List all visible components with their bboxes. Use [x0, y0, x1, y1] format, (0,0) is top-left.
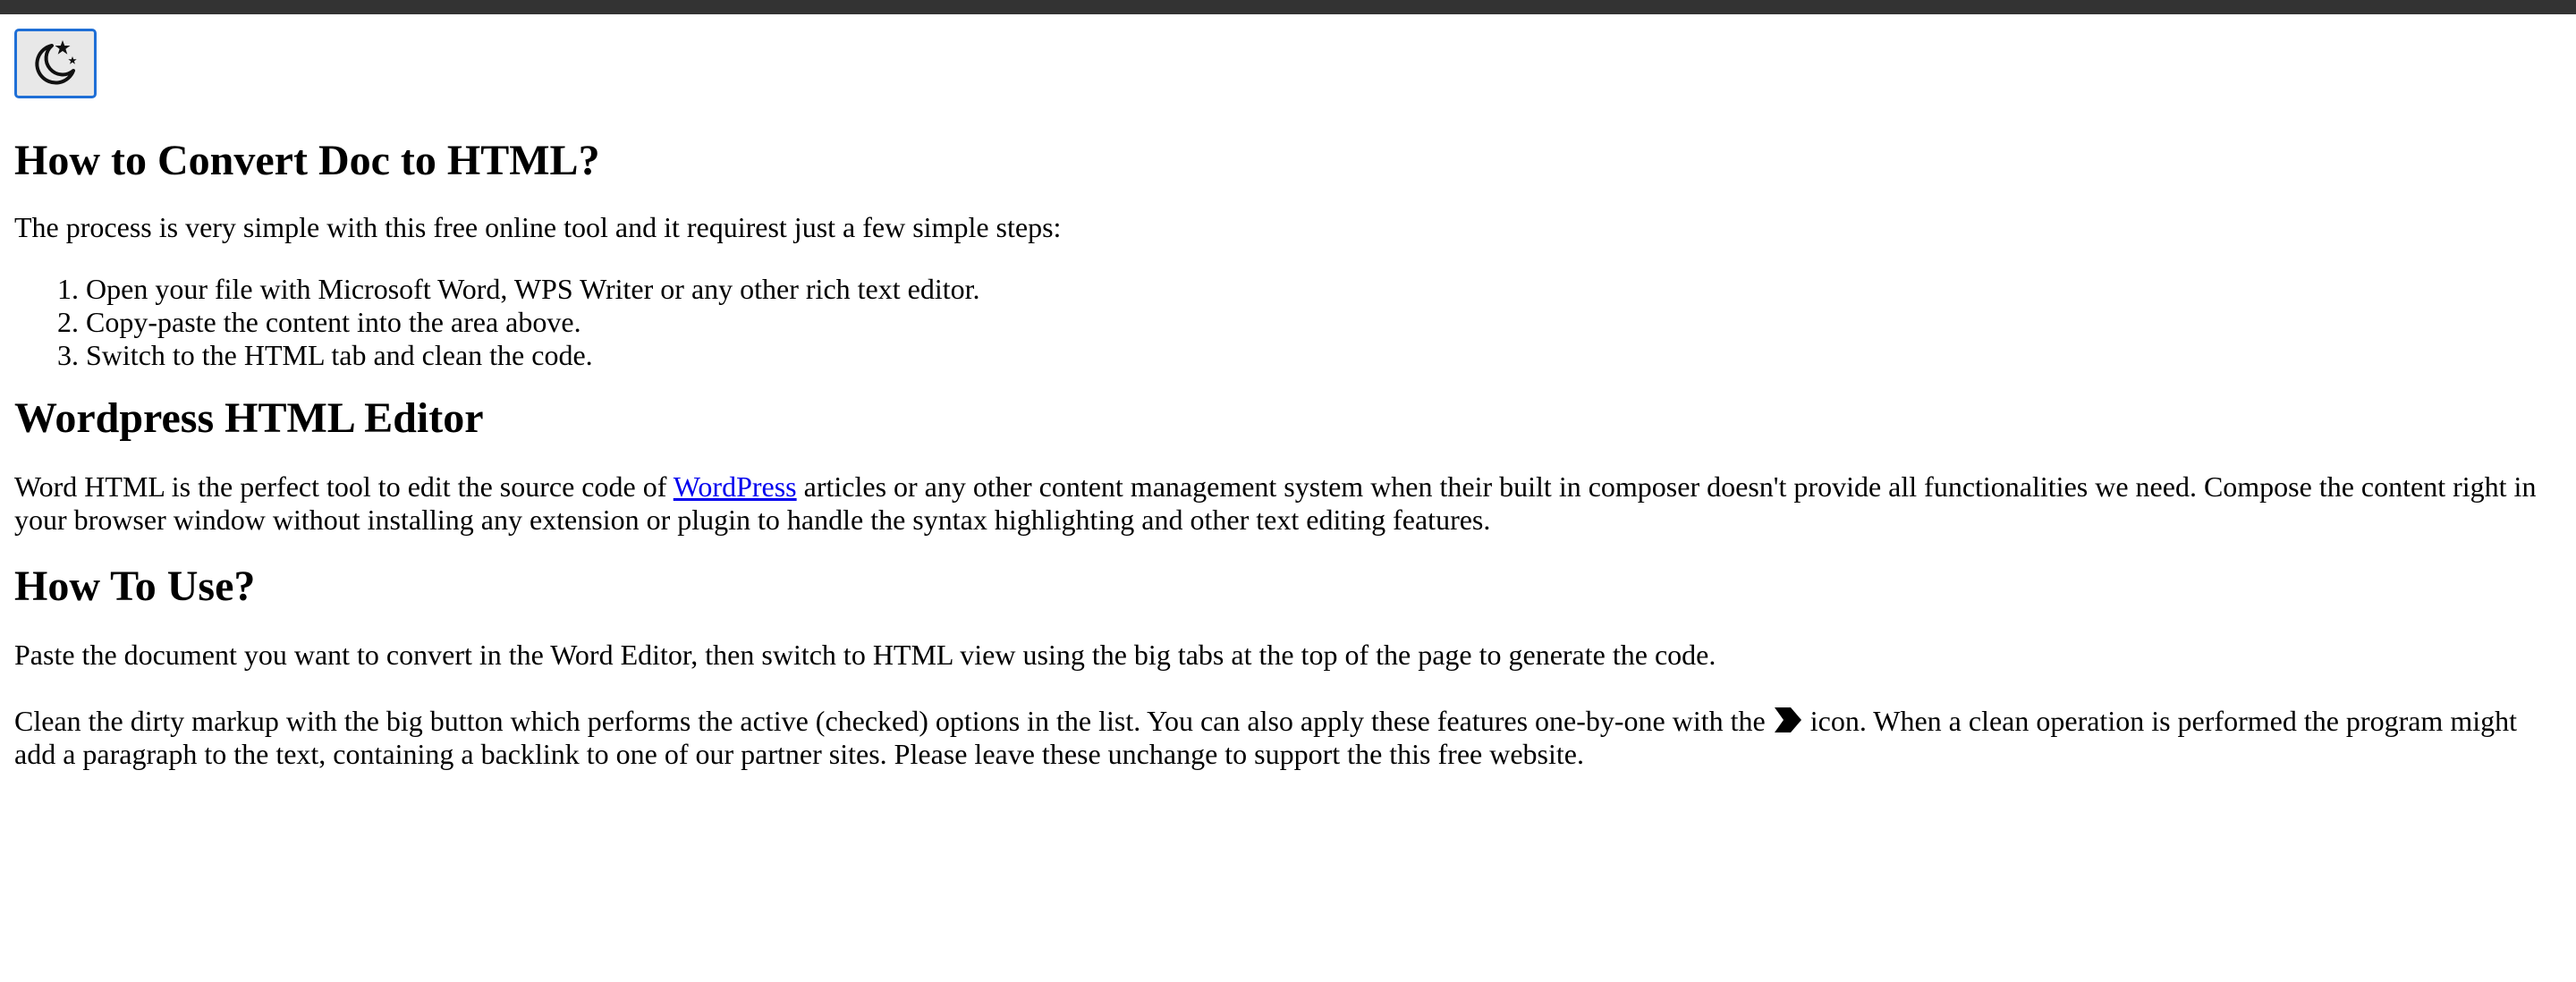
main-content: How to Convert Doc to HTML? The process … — [14, 29, 2562, 771]
list-item: Switch to the HTML tab and clean the cod… — [86, 339, 2562, 372]
how-to-use-paragraph-2: Clean the dirty markup with the big butt… — [14, 705, 2562, 771]
chevron-right-icon — [1773, 707, 1803, 733]
convert-heading: How to Convert Doc to HTML? — [14, 137, 600, 184]
wordpress-link[interactable]: WordPress — [674, 470, 797, 503]
list-item: Copy-paste the content into the area abo… — [86, 306, 2562, 339]
theme-toggle-button[interactable] — [14, 29, 97, 98]
top-bar — [0, 0, 2576, 14]
wordpress-paragraph: Word HTML is the perfect tool to edit th… — [14, 470, 2562, 537]
how-to-use-paragraph-1: Paste the document you want to convert i… — [14, 639, 1716, 671]
how-to-use-heading: How To Use? — [14, 563, 256, 610]
wordpress-heading: Wordpress HTML Editor — [14, 394, 484, 442]
moon-stars-icon — [29, 37, 82, 90]
convert-intro: The process is very simple with this fre… — [14, 211, 1062, 243]
convert-steps-list: Open your file with Microsoft Word, WPS … — [14, 273, 2562, 372]
wordpress-text-before-link: Word HTML is the perfect tool to edit th… — [14, 470, 674, 503]
paragraph-text-before-icon: Clean the dirty markup with the big butt… — [14, 705, 1773, 737]
list-item: Open your file with Microsoft Word, WPS … — [86, 273, 2562, 306]
